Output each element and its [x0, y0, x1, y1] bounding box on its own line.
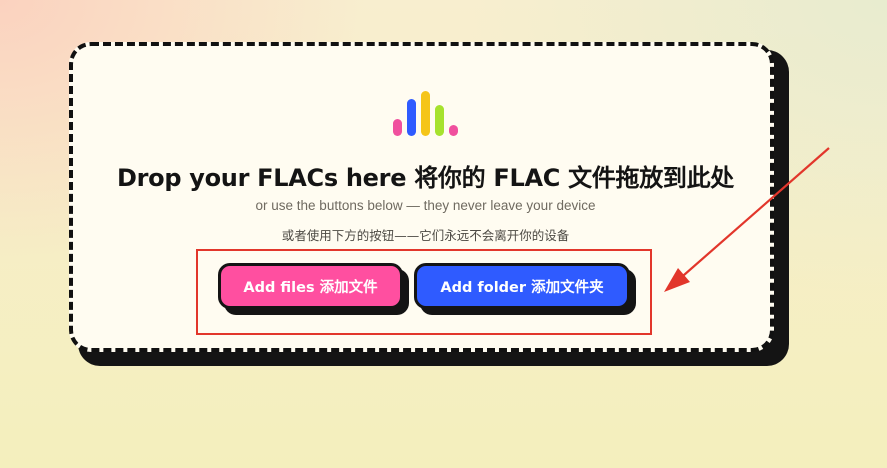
annotation-arrow-icon — [664, 147, 830, 292]
